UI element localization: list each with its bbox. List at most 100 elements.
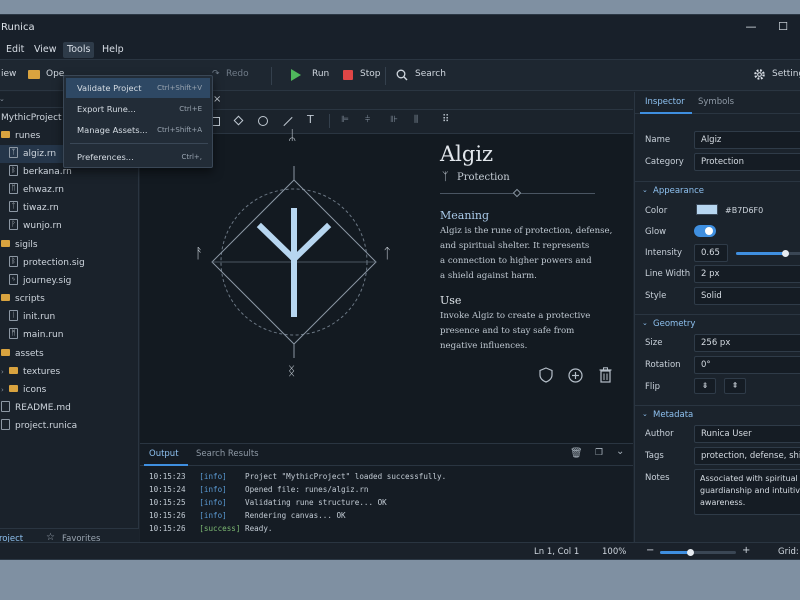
grid-dots-icon[interactable]: ⠿: [442, 114, 449, 125]
document-icon: [1, 401, 10, 412]
rect-tool-icon[interactable]: [212, 117, 220, 126]
tags-field[interactable]: protection, defense, shield: [694, 447, 800, 465]
redo-icon[interactable]: ↷: [212, 69, 220, 79]
tree-file-readme[interactable]: README.md: [0, 399, 139, 417]
glow-toggle[interactable]: [694, 225, 716, 237]
stop-icon[interactable]: [343, 70, 353, 80]
tab-inspector[interactable]: Inspector: [645, 97, 685, 107]
log-line: 10:15:25 [info] Validating rune structur…: [149, 498, 387, 507]
tab-search-results[interactable]: Search Results: [196, 449, 259, 459]
geometry-section[interactable]: ⌄ Geometry: [635, 314, 800, 332]
rotation-field[interactable]: 0°: [694, 356, 800, 374]
style-select[interactable]: Solid: [694, 287, 800, 305]
rune-diagram[interactable]: [190, 146, 400, 376]
minimize-button[interactable]: —: [743, 19, 759, 35]
flip-label: Flip: [645, 382, 661, 392]
tree-file-main[interactable]: ᛗ main.run: [0, 326, 139, 344]
text-tool-icon[interactable]: T: [307, 113, 314, 126]
menu-item-validate-project[interactable]: Validate Project Ctrl+Shift+V: [66, 78, 210, 98]
distribute-icon[interactable]: ⫼: [414, 115, 418, 125]
clear-output-icon[interactable]: 🗑: [570, 448, 583, 459]
tab-close-icon[interactable]: ×: [213, 94, 221, 105]
intensity-slider-thumb[interactable]: [782, 250, 789, 257]
tree-file-init[interactable]: ᛁ init.run: [0, 308, 139, 326]
menu-item-preferences[interactable]: Preferences... Ctrl+,: [66, 147, 210, 167]
rune-canvas[interactable]: ᛦ ᚨ ᛏ ᛝ Algiz ᛉ Protection Meaning Algiz…: [140, 128, 633, 443]
search-button[interactable]: Search: [415, 69, 446, 79]
stop-button[interactable]: Stop: [360, 69, 380, 79]
search-icon[interactable]: [396, 69, 408, 81]
use-line: Invoke Algiz to create a protective: [440, 311, 591, 321]
menu-help[interactable]: Help: [98, 42, 128, 58]
zoom-out-button[interactable]: −: [646, 545, 654, 556]
intensity-field[interactable]: 0.65: [694, 244, 728, 262]
maximize-button[interactable]: ☐: [775, 19, 791, 35]
run-icon[interactable]: [291, 69, 301, 81]
intensity-slider-track[interactable]: [736, 250, 800, 257]
chevron-right-icon[interactable]: ›: [1, 363, 9, 381]
chevron-down-icon: ⌄: [642, 186, 648, 194]
new-button[interactable]: iew: [1, 69, 16, 79]
tree-file-wunjo[interactable]: ᚹ wunjo.rn: [0, 217, 139, 235]
tree-folder-scripts[interactable]: scripts: [0, 290, 139, 308]
menu-tools[interactable]: Tools: [63, 42, 95, 58]
tree-folder-sigils[interactable]: sigils: [0, 236, 139, 254]
zoom-slider-thumb[interactable]: [687, 549, 694, 556]
zoom-in-button[interactable]: +: [742, 545, 750, 556]
chevron-down-icon[interactable]: ⌄: [0, 92, 7, 106]
line-width-field[interactable]: 2 px: [694, 265, 800, 283]
shield-icon[interactable]: [539, 367, 553, 383]
copy-icon[interactable]: ❐: [595, 448, 603, 458]
tree-file-tiwaz[interactable]: ᛏ tiwaz.rn: [0, 199, 139, 217]
diamond-tool-icon[interactable]: [233, 115, 244, 126]
chevron-down-icon[interactable]: ⌄: [616, 446, 624, 457]
notes-field[interactable]: Associated with spiritual guardianship a…: [694, 469, 800, 515]
rune-subtitle: Protection: [457, 172, 510, 183]
chevron-right-icon[interactable]: ›: [1, 381, 9, 399]
category-select[interactable]: Protection: [694, 153, 800, 171]
tree-file-ehwaz[interactable]: ᛖ ehwaz.rn: [0, 181, 139, 199]
flip-horizontal-button[interactable]: ⇞: [724, 378, 746, 394]
notes-line: guardianship and intuitive: [700, 486, 800, 495]
zoom-slider-track[interactable]: [660, 549, 736, 556]
flip-vertical-button[interactable]: ⇟: [694, 378, 716, 394]
settings-button[interactable]: Settings: [772, 69, 800, 79]
author-field[interactable]: Runica User: [694, 425, 800, 443]
color-swatch[interactable]: [696, 204, 718, 215]
menu-item-manage-assets[interactable]: Manage Assets... Ctrl+Shift+A: [66, 120, 210, 140]
tree-file-protection-sig[interactable]: ᛒ protection.sig: [0, 254, 139, 272]
file-label: project.runica: [15, 421, 78, 431]
grid-toggle[interactable]: Grid: O: [778, 547, 800, 557]
tab-output[interactable]: Output: [149, 449, 179, 459]
circle-tool-icon[interactable]: [258, 116, 268, 126]
metadata-section[interactable]: ⌄ Metadata: [635, 405, 800, 423]
align-right-icon[interactable]: ⊪: [390, 115, 398, 125]
line-tool-icon[interactable]: [283, 116, 293, 127]
menu-item-export-rune[interactable]: Export Rune... Ctrl+E: [66, 99, 210, 119]
size-field[interactable]: 256 px: [694, 334, 800, 352]
trash-icon[interactable]: [599, 367, 612, 383]
tree-folder-assets[interactable]: assets: [0, 345, 139, 363]
open-button[interactable]: Ope: [46, 69, 64, 79]
add-icon[interactable]: [568, 368, 583, 383]
menu-edit[interactable]: Edit: [2, 42, 28, 58]
tree-folder-icons[interactable]: › icons: [0, 381, 139, 399]
menu-view[interactable]: View: [30, 42, 61, 58]
folder-open-icon[interactable]: [28, 70, 40, 79]
rune-file-icon: ᛖ: [9, 183, 18, 194]
tree-folder-textures[interactable]: › textures: [0, 363, 139, 381]
align-left-icon[interactable]: ⊫: [341, 115, 349, 125]
tab-symbols[interactable]: Symbols: [698, 97, 734, 107]
name-label: Name: [645, 135, 671, 145]
align-center-icon[interactable]: ⫩: [365, 115, 370, 125]
gear-icon[interactable]: [753, 68, 766, 81]
file-label: wunjo.rn: [23, 221, 62, 231]
appearance-section[interactable]: ⌄ Appearance: [635, 181, 800, 199]
log-line: 10:15:23 [info] Project "MythicProject" …: [149, 472, 447, 481]
name-field[interactable]: Algiz: [694, 131, 800, 149]
color-value[interactable]: #B7D6F0: [725, 206, 763, 215]
tree-file-journey-sig[interactable]: ᛃ journey.sig: [0, 272, 139, 290]
redo-button[interactable]: Redo: [226, 69, 249, 79]
tree-file-project[interactable]: project.runica: [0, 417, 139, 435]
run-button[interactable]: Run: [312, 69, 329, 79]
